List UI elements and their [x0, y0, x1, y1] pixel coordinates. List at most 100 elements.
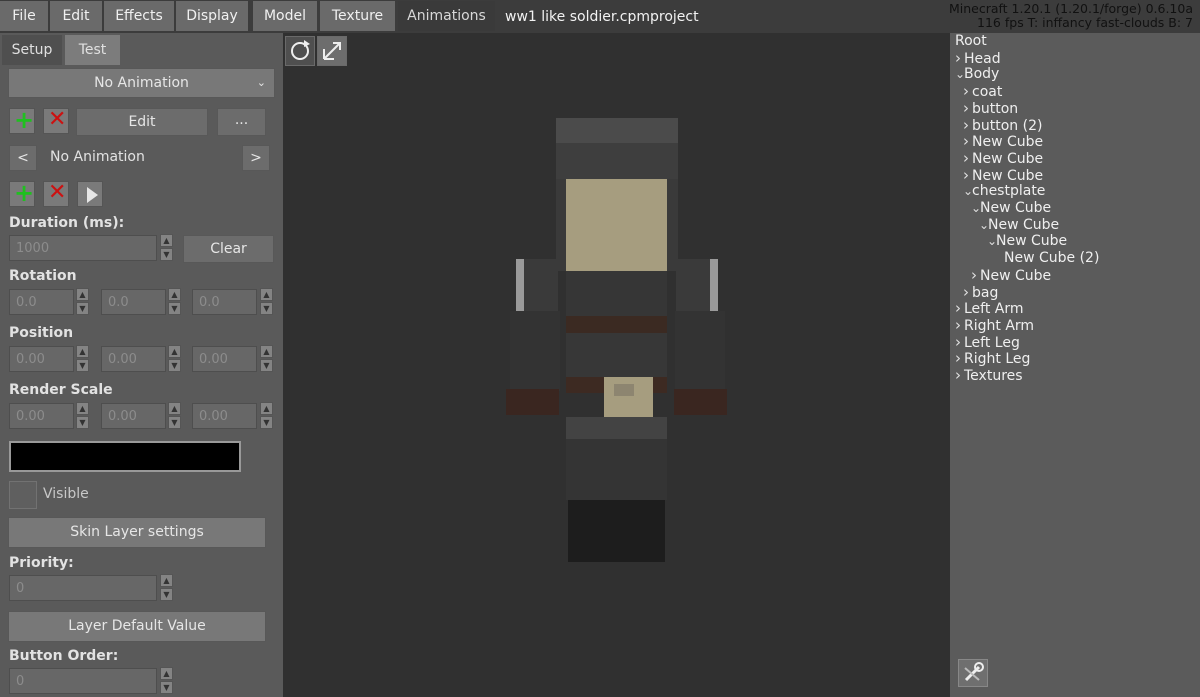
tree-item[interactable]: › Left Arm	[955, 300, 1024, 318]
priority-field[interactable]: 0	[9, 575, 157, 601]
tree-item-label: Left Arm	[964, 301, 1024, 318]
delete-frame-button[interactable]: ✕	[43, 180, 69, 207]
scale-x-stepper[interactable]: ▲ ▼	[76, 402, 89, 430]
model-viewport[interactable]	[283, 33, 950, 697]
chevron-down-icon[interactable]: ⌄	[955, 66, 965, 83]
chevron-right-icon[interactable]: ›	[955, 333, 964, 351]
settings-button[interactable]	[958, 659, 988, 687]
tree-item-label: New Cube	[980, 200, 1052, 216]
left-arm-cuff	[506, 389, 559, 415]
menu-animations[interactable]: Animations	[398, 1, 495, 31]
priority-stepper[interactable]: ▲ ▼	[160, 574, 173, 602]
menu-model[interactable]: Model	[253, 1, 317, 31]
chevron-down-icon[interactable]: ⌄	[987, 233, 997, 250]
tree-item[interactable]: › Head	[955, 49, 1001, 67]
tree-item[interactable]: ⌄chestplate	[963, 183, 1045, 200]
tree-item[interactable]: › coat	[963, 83, 1002, 101]
tree-item[interactable]: ⌄Body	[955, 66, 999, 83]
menu-display[interactable]: Display	[176, 1, 248, 31]
tree-item[interactable]: ⌄New Cube	[979, 217, 1059, 234]
tree-item[interactable]: › New Cube	[971, 266, 1051, 284]
chevron-right-icon[interactable]: ›	[963, 133, 972, 150]
rotation-x-stepper[interactable]: ▲ ▼	[76, 288, 89, 316]
rotation-z-field[interactable]: 0.0	[192, 289, 257, 315]
position-y-stepper[interactable]: ▲ ▼	[168, 345, 181, 373]
tree-item[interactable]: › New Cube	[963, 166, 1043, 184]
edit-button[interactable]: Edit	[76, 108, 208, 136]
position-x-stepper[interactable]: ▲ ▼	[76, 345, 89, 373]
add-animation-button[interactable]: +	[9, 106, 35, 134]
tree-item[interactable]: › New Cube	[963, 149, 1043, 167]
tree-item[interactable]: › button (2)	[963, 116, 1042, 134]
rotation-z-stepper[interactable]: ▲ ▼	[260, 288, 273, 316]
tree-item[interactable]: › button	[963, 99, 1019, 117]
color-swatch[interactable]	[9, 441, 241, 472]
add-frame-button[interactable]: +	[9, 179, 35, 207]
tree-item[interactable]: › Left Leg	[955, 333, 1020, 351]
button-order-field[interactable]: 0	[9, 668, 157, 694]
wrench-icon	[964, 662, 984, 682]
scale-y-stepper[interactable]: ▲ ▼	[168, 402, 181, 430]
rotation-y-stepper[interactable]: ▲ ▼	[168, 288, 181, 316]
tree-item[interactable]: Root	[955, 33, 987, 50]
rotation-x-field[interactable]: 0.0	[9, 289, 74, 315]
chevron-right-icon[interactable]: ›	[963, 149, 972, 167]
menu-edit[interactable]: Edit	[50, 1, 102, 31]
chevron-right-icon[interactable]: ›	[963, 166, 972, 184]
layer-default-value-button[interactable]: Layer Default Value	[8, 611, 266, 642]
position-z-field[interactable]: 0.00	[192, 346, 257, 372]
chevron-right-icon[interactable]: ›	[963, 83, 972, 100]
menu-texture[interactable]: Texture	[320, 1, 395, 31]
position-x-field[interactable]: 0.00	[9, 346, 74, 372]
chevron-right-icon[interactable]: ›	[955, 350, 964, 367]
rotation-y-field[interactable]: 0.0	[101, 289, 166, 315]
visible-checkbox[interactable]	[9, 481, 37, 509]
tree-item[interactable]: New Cube (2)	[995, 250, 1099, 267]
belt-upper	[566, 316, 667, 333]
tree-item[interactable]: ⌄New Cube	[971, 200, 1051, 217]
rotate-view-button[interactable]	[285, 36, 315, 66]
next-animation-button[interactable]: >	[242, 145, 270, 171]
chevron-down-icon[interactable]: ⌄	[979, 217, 989, 234]
tab-test[interactable]: Test	[65, 35, 120, 65]
right-arm-lower	[675, 311, 725, 391]
tree-item[interactable]: › Right Arm	[955, 316, 1034, 334]
delete-animation-button[interactable]: ✕	[43, 107, 69, 134]
move-view-button[interactable]	[317, 36, 347, 66]
chevron-right-icon[interactable]: ›	[955, 300, 964, 317]
chevron-down-icon[interactable]: ⌄	[971, 200, 981, 217]
position-z-stepper[interactable]: ▲ ▼	[260, 345, 273, 373]
scale-z-field[interactable]: 0.00	[192, 403, 257, 429]
chevron-right-icon[interactable]: ›	[963, 283, 972, 301]
tree-item[interactable]: ⌄New Cube	[987, 233, 1067, 250]
tree-item-label: button	[972, 100, 1019, 117]
tab-setup[interactable]: Setup	[2, 35, 62, 65]
prev-animation-button[interactable]: <	[9, 145, 37, 171]
button-order-stepper[interactable]: ▲ ▼	[160, 667, 173, 695]
chevron-right-icon[interactable]: ›	[955, 316, 964, 334]
duration-field[interactable]: 1000	[9, 235, 157, 261]
scale-x-field[interactable]: 0.00	[9, 403, 74, 429]
chevron-right-icon[interactable]: ›	[963, 116, 972, 134]
more-button[interactable]: ...	[217, 108, 266, 136]
menu-effects[interactable]: Effects	[104, 1, 174, 31]
chevron-right-icon[interactable]: ›	[963, 99, 972, 117]
chevron-down-icon[interactable]: ⌄	[963, 183, 973, 200]
chevron-right-icon[interactable]: ›	[971, 266, 980, 284]
chevron-right-icon[interactable]: ›	[955, 49, 964, 67]
tree-item[interactable]: › Right Leg	[955, 350, 1030, 368]
menu-file[interactable]: File	[0, 1, 48, 31]
position-y-field[interactable]: 0.00	[101, 346, 166, 372]
animation-select[interactable]: No Animation ⌄	[8, 68, 275, 98]
duration-stepper[interactable]: ▲ ▼	[160, 234, 173, 262]
torso-coat-hem	[566, 417, 667, 439]
play-button[interactable]	[77, 181, 103, 207]
chevron-right-icon[interactable]: ›	[955, 367, 964, 384]
clear-button[interactable]: Clear	[183, 235, 274, 263]
tree-item[interactable]: › Textures	[955, 367, 1023, 385]
scale-y-field[interactable]: 0.00	[101, 403, 166, 429]
skin-layer-settings-button[interactable]: Skin Layer settings	[8, 517, 266, 548]
scale-z-stepper[interactable]: ▲ ▼	[260, 402, 273, 430]
tree-item[interactable]: › bag	[963, 283, 998, 301]
tree-item[interactable]: › New Cube	[963, 133, 1043, 151]
